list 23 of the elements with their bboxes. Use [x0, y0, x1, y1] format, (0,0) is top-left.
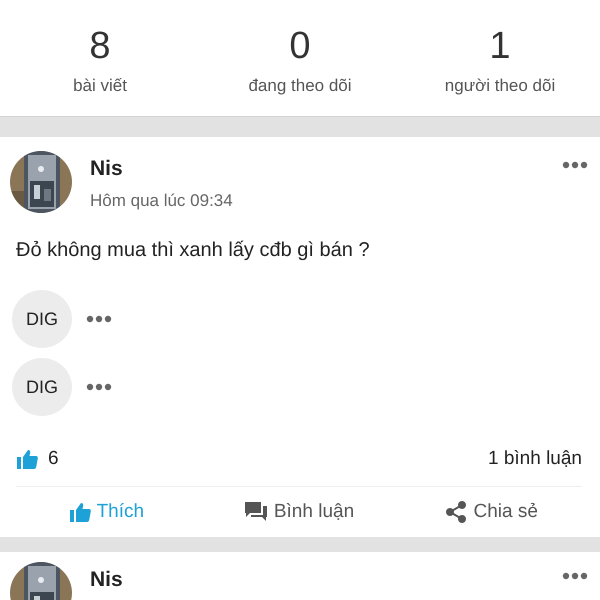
- more-icon[interactable]: [86, 315, 112, 323]
- more-icon[interactable]: [562, 572, 588, 580]
- share-icon: [445, 501, 468, 523]
- stat-count: 0: [289, 26, 311, 66]
- stat-label: đang theo dõi: [248, 76, 352, 96]
- post-text: Đỏ không mua thì xanh lấy cđb gì bán ?: [16, 239, 371, 262]
- stat-label: người theo dõi: [444, 76, 556, 96]
- thumbs-up-icon: [68, 501, 91, 523]
- post-time: Hôm qua lúc 09:34: [90, 191, 234, 211]
- stat-count: 1: [489, 26, 511, 66]
- more-icon[interactable]: [562, 161, 588, 169]
- more-icon[interactable]: [86, 383, 112, 391]
- avatar-initials[interactable]: DIG: [12, 290, 72, 348]
- stat-count: 8: [89, 26, 111, 66]
- stat-label: bài viết: [73, 76, 127, 96]
- thumbs-up-icon: [16, 448, 38, 470]
- author-name[interactable]: Nis: [90, 157, 544, 181]
- comment-button[interactable]: Bình luận: [238, 495, 360, 529]
- avatar-initials[interactable]: DIG: [12, 358, 72, 416]
- chat-bubbles-icon: [244, 501, 268, 523]
- comment-count[interactable]: 1 bình luận: [488, 448, 582, 470]
- share-button[interactable]: Chia sẻ: [439, 495, 544, 529]
- like-count: 6: [48, 448, 59, 470]
